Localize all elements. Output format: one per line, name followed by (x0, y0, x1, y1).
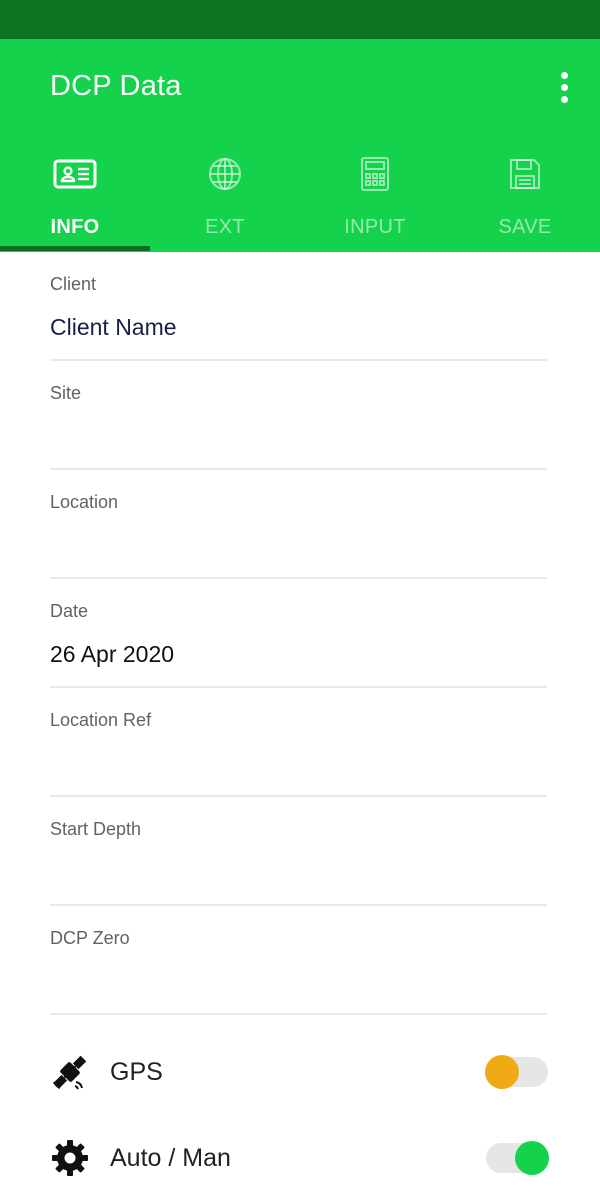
location-ref-field[interactable]: Location Ref (50, 688, 547, 797)
tab-save[interactable]: SAVE (450, 152, 600, 250)
app-bar: DCP Data INFO EXT INPUT SAVE (0, 39, 600, 252)
tab-ext[interactable]: EXT (150, 152, 300, 250)
client-value[interactable]: Client Name (50, 314, 177, 341)
satellite-icon (50, 1052, 90, 1092)
start-depth-field[interactable]: Start Depth (50, 797, 547, 906)
status-bar (0, 0, 600, 39)
location-label: Location (50, 492, 119, 512)
tab-save-label: SAVE (498, 216, 552, 238)
auto-man-toggle[interactable] (486, 1141, 549, 1175)
date-label: Date (50, 601, 89, 621)
client-label: Client (50, 274, 97, 294)
start-depth-label: Start Depth (50, 819, 142, 839)
dcp-zero-field[interactable]: DCP Zero (50, 906, 547, 1015)
date-value[interactable]: 26 Apr 2020 (50, 641, 174, 668)
gps-label: GPS (110, 1058, 163, 1086)
gps-toggle[interactable] (485, 1055, 548, 1089)
active-tab-indicator (0, 246, 150, 251)
auto-man-label: Auto / Man (110, 1144, 231, 1172)
dcp-zero-label: DCP Zero (50, 928, 130, 948)
tab-input-label: INPUT (344, 216, 406, 238)
client-field[interactable]: Client Client Name (50, 252, 547, 361)
info-form: Client Client Name Site Location Date 26… (50, 252, 547, 1015)
gps-toggle-thumb (485, 1055, 519, 1089)
tab-input[interactable]: INPUT (300, 152, 450, 250)
date-field[interactable]: Date 26 Apr 2020 (50, 579, 547, 688)
site-field[interactable]: Site (50, 361, 547, 470)
tab-info[interactable]: INFO (0, 152, 150, 250)
location-ref-label: Location Ref (50, 710, 152, 730)
tab-ext-label: EXT (205, 216, 245, 238)
auto-man-row: Auto / Man (50, 1134, 550, 1184)
app-title: DCP Data (50, 70, 182, 102)
auto-man-toggle-thumb (515, 1141, 549, 1175)
tab-info-label: INFO (50, 216, 100, 238)
gear-icon (50, 1138, 90, 1178)
id-card-icon (53, 154, 97, 194)
calculator-icon (359, 154, 391, 194)
more-options-button[interactable] (548, 67, 580, 107)
globe-icon (207, 154, 243, 194)
more-vertical-icon (560, 71, 568, 79)
site-label: Site (50, 383, 82, 403)
floppy-disk-icon (508, 154, 542, 194)
location-field[interactable]: Location (50, 470, 547, 579)
gps-row: GPS (50, 1048, 550, 1098)
